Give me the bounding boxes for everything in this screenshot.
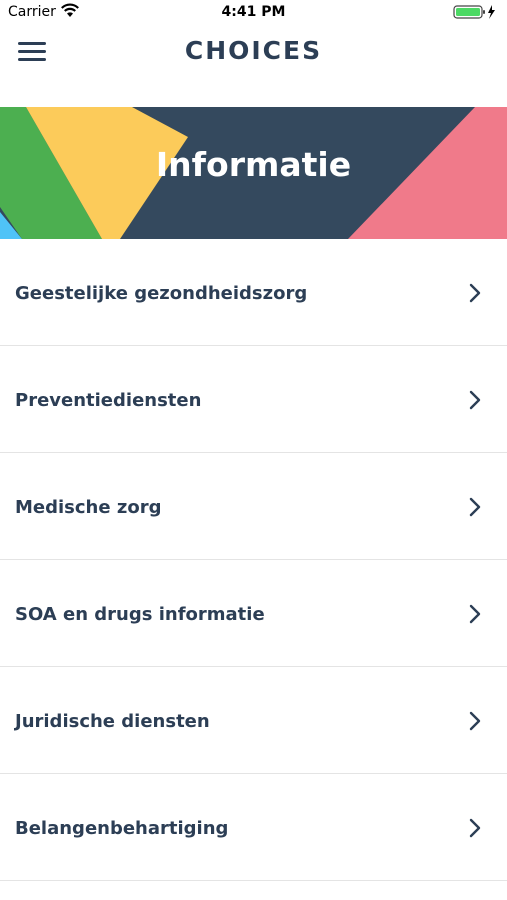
chevron-right-icon [469,390,481,415]
menu-item-medical-care[interactable]: Medische zorg [0,453,507,560]
chevron-right-icon [469,604,481,629]
menu-item-label: Preventiediensten [15,390,202,411]
navigation-bar: CHOICES [0,26,507,82]
status-bar: Carrier 4:41 PM [0,0,507,26]
menu-item-prevention[interactable]: Preventiediensten [0,346,507,453]
chevron-right-icon [469,711,481,736]
menu-item-label: SOA en drugs informatie [15,604,265,625]
menu-item-mental-health[interactable]: Geestelijke gezondheidszorg [0,239,507,346]
menu-item-legal-services[interactable]: Juridische diensten [0,667,507,774]
information-menu-list: Geestelijke gezondheidszorg Preventiedie… [0,239,507,881]
menu-item-label: Belangenbehartiging [15,818,229,839]
app-title: CHOICES [184,36,323,65]
menu-item-label: Geestelijke gezondheidszorg [15,283,308,304]
chevron-right-icon [469,283,481,308]
section-title: Informatie [155,145,352,184]
menu-item-label: Juridische diensten [15,711,210,732]
menu-item-std-drugs[interactable]: SOA en drugs informatie [0,560,507,667]
clock: 4:41 PM [221,4,286,20]
chevron-right-icon [469,818,481,843]
menu-item-advocacy[interactable]: Belangenbehartiging [0,774,507,881]
battery-icon [453,4,499,24]
menu-item-label: Medische zorg [15,497,162,518]
header-banner: Informatie [0,107,507,239]
chevron-right-icon [469,497,481,522]
